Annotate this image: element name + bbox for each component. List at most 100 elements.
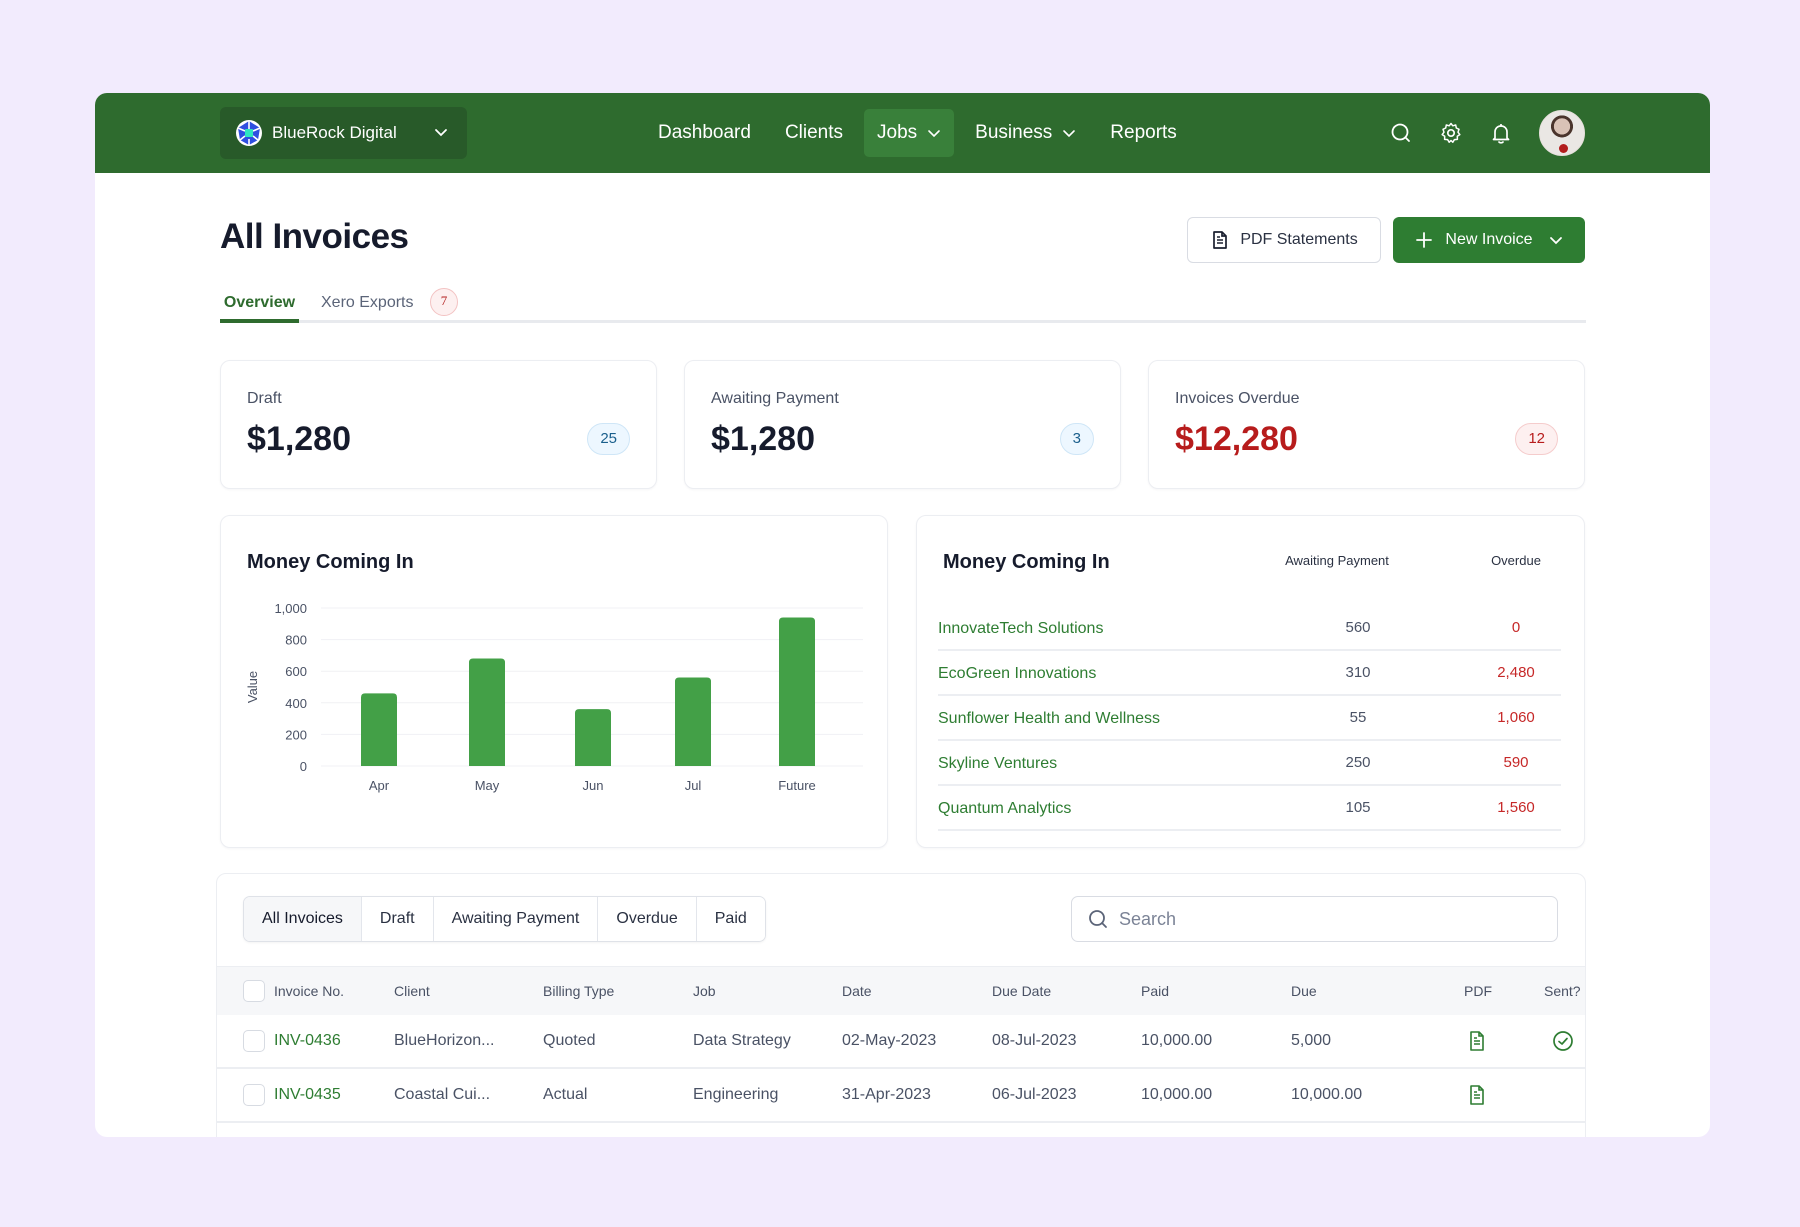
money-table-panel: Money Coming In Awaiting Payment Overdue…: [916, 515, 1585, 848]
overdue-amount: 2,480: [1497, 664, 1535, 681]
stat-count-badge: 3: [1059, 423, 1094, 455]
overdue-amount: 0: [1511, 619, 1521, 636]
money-table-row[interactable]: EcoGreen Innovations 310 2,480: [938, 651, 1561, 696]
table-row[interactable]: INV-0435 Coastal Cui... Actual Engineering 3…: [217, 1069, 1585, 1123]
app-window: BlueRock Digital Dashboard Clients Jobs …: [95, 93, 1710, 1137]
col-date[interactable]: Date: [842, 983, 872, 999]
select-all-checkbox[interactable]: [243, 980, 265, 1002]
client-link[interactable]: InnovateTech Solutions: [938, 620, 1103, 638]
row-checkbox[interactable]: [243, 1084, 265, 1106]
tab-xero-exports[interactable]: Xero Exports: [321, 294, 413, 312]
due-cell: 10,000.00: [1291, 1086, 1363, 1103]
bar-future: [779, 617, 815, 766]
invoice-list-card: All Invoices Draft Awaiting Payment Over…: [216, 873, 1586, 1137]
money-table-row[interactable]: Skyline Ventures 250 590: [938, 741, 1561, 786]
bar-jun: [575, 709, 611, 766]
nav-business[interactable]: Business: [962, 109, 1089, 157]
col-due-date[interactable]: Due Date: [992, 983, 1051, 999]
stat-value: $1,280: [247, 420, 351, 458]
money-table-row[interactable]: InnovateTech Solutions 560 0: [938, 606, 1561, 651]
x-tick-label: May: [475, 778, 500, 793]
stat-value: $1,280: [711, 420, 815, 458]
plus-icon: [1416, 232, 1433, 248]
tab-overview[interactable]: Overview: [220, 283, 299, 323]
col-client[interactable]: Client: [394, 983, 430, 999]
pdf-document-icon[interactable]: [1466, 1030, 1488, 1052]
due-date-cell: 08-Jul-2023: [992, 1032, 1077, 1049]
x-tick-label: Jun: [583, 778, 604, 793]
col-sent: Sent?: [1544, 983, 1581, 999]
filter-paid[interactable]: Paid: [696, 897, 765, 941]
nav-clients[interactable]: Clients: [772, 109, 856, 157]
user-avatar[interactable]: [1539, 110, 1585, 156]
invoice-number-link[interactable]: INV-0436: [274, 1032, 341, 1050]
org-name: BlueRock Digital: [272, 123, 397, 142]
nav-business-label: Business: [975, 122, 1053, 143]
pdf-statements-button[interactable]: PDF Statements: [1187, 217, 1381, 263]
col-billing-type[interactable]: Billing Type: [543, 983, 614, 999]
client-link[interactable]: Sunflower Health and Wellness: [938, 710, 1160, 728]
bell-icon[interactable]: [1489, 121, 1513, 145]
filter-overdue[interactable]: Overdue: [598, 897, 697, 941]
due-date-cell: 06-Jul-2023: [992, 1086, 1077, 1103]
row-divider: [938, 829, 1561, 831]
new-invoice-button[interactable]: New Invoice: [1393, 217, 1585, 263]
page-title: All Invoices: [220, 217, 409, 256]
col-job[interactable]: Job: [693, 983, 716, 999]
money-table-row[interactable]: Quantum Analytics 105 1,560: [938, 786, 1561, 831]
search-icon[interactable]: [1389, 121, 1413, 145]
gear-icon[interactable]: [1439, 121, 1463, 145]
chevron-down-icon: [928, 130, 940, 138]
filter-awaiting-payment[interactable]: Awaiting Payment: [433, 897, 599, 941]
search-input[interactable]: [1119, 908, 1539, 930]
status-filter-group: All Invoices Draft Awaiting Payment Over…: [243, 896, 766, 942]
y-tick-label: 800: [285, 633, 307, 648]
chart-panel: Money Coming In 0 200 400 600 800 1,000 Value A…: [220, 515, 888, 848]
new-invoice-label: New Invoice: [1445, 231, 1533, 248]
document-icon: [1213, 231, 1228, 249]
col-invoice-no[interactable]: Invoice No.: [274, 983, 344, 999]
bar-jul: [675, 677, 711, 766]
awaiting-amount: 310: [1345, 664, 1371, 681]
y-tick-label: 200: [285, 727, 307, 742]
stat-card-draft[interactable]: Draft $1,280 25: [220, 360, 657, 489]
nav-dashboard-label: Dashboard: [658, 122, 751, 143]
pdf-document-icon[interactable]: [1466, 1084, 1488, 1106]
awaiting-amount: 105: [1345, 799, 1371, 816]
filter-all-invoices[interactable]: All Invoices: [244, 897, 362, 941]
chevron-down-icon[interactable]: [1549, 233, 1563, 247]
x-tick-label: Apr: [369, 778, 390, 793]
col-due[interactable]: Due: [1291, 983, 1317, 999]
xero-exports-badge: 7: [430, 288, 458, 316]
invoice-number-link[interactable]: INV-0435: [274, 1086, 341, 1104]
nav-jobs[interactable]: Jobs: [864, 109, 955, 157]
org-switcher[interactable]: BlueRock Digital: [220, 107, 467, 159]
nav-actions: [1389, 109, 1585, 157]
stat-label: Draft: [247, 390, 282, 407]
col-paid[interactable]: Paid: [1141, 983, 1169, 999]
table-row[interactable]: INV-0436 BlueHorizon... Quoted Data Strateg…: [217, 1015, 1585, 1069]
date-cell: 02-May-2023: [842, 1032, 937, 1049]
job-cell: Engineering: [693, 1086, 779, 1103]
stat-card-awaiting-payment[interactable]: Awaiting Payment $1,280 3: [684, 360, 1121, 489]
client-link[interactable]: Skyline Ventures: [938, 755, 1057, 773]
client-cell: BlueHorizon...: [394, 1032, 495, 1049]
filter-draft[interactable]: Draft: [361, 897, 434, 941]
overdue-amount: 1,060: [1497, 709, 1535, 726]
col-header-awaiting: Awaiting Payment: [1285, 553, 1389, 568]
stat-label: Invoices Overdue: [1175, 390, 1300, 407]
pdf-statements-label: PDF Statements: [1240, 231, 1358, 248]
top-navbar: BlueRock Digital Dashboard Clients Jobs …: [95, 93, 1710, 173]
nav-reports[interactable]: Reports: [1097, 109, 1190, 157]
stat-card-overdue[interactable]: Invoices Overdue $12,280 12: [1148, 360, 1585, 489]
money-table-row[interactable]: Sunflower Health and Wellness 55 1,060: [938, 696, 1561, 741]
billing-type-cell: Actual: [543, 1086, 588, 1103]
client-link[interactable]: Quantum Analytics: [938, 800, 1071, 818]
client-link[interactable]: EcoGreen Innovations: [938, 665, 1096, 683]
y-tick-label: 600: [285, 664, 307, 679]
row-checkbox[interactable]: [243, 1030, 265, 1052]
date-cell: 31-Apr-2023: [842, 1086, 931, 1103]
nav-dashboard[interactable]: Dashboard: [645, 109, 764, 157]
org-logo-icon: [236, 120, 262, 146]
job-cell: Data Strategy: [693, 1032, 791, 1049]
